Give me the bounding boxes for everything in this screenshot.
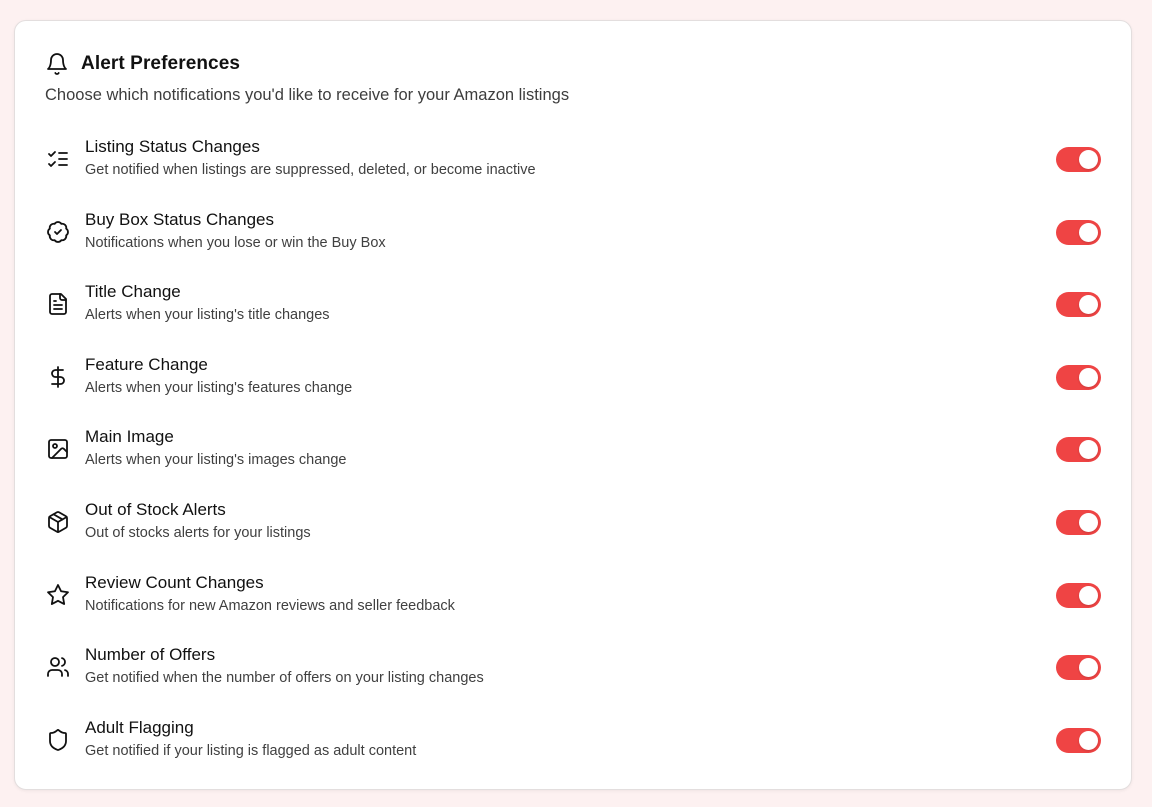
alert-preferences-card: Alert Preferences Choose which notificat… [14,20,1132,790]
alert-label: Feature Change [85,354,208,374]
alert-text: Review Count Changes Notifications for n… [85,571,455,616]
alert-label: Review Count Changes [85,572,264,592]
alert-description: Get notified if your listing is flagged … [85,742,417,759]
alert-label: Adult Flagging [85,717,194,737]
list-checks-icon [46,147,70,171]
alert-row-buy-box: Buy Box Status Changes Notifications whe… [45,206,1101,279]
badge-check-icon [46,220,70,244]
alert-row-listing-status: Listing Status Changes Get notified when… [45,133,1101,206]
alert-text: Adult Flagging Get notified if your list… [85,716,416,761]
alert-row-adult-flagging: Adult Flagging Get notified if your list… [45,714,1101,787]
alert-label: Number of Offers [85,645,216,665]
alert-text: Listing Status Changes Get notified when… [85,135,536,180]
bell-icon [45,52,69,76]
dollar-sign-icon [46,365,70,389]
toggle-knob [1079,222,1098,242]
alert-text: Out of Stock Alerts Out of stocks alerts… [85,498,311,543]
toggle-knob [1079,440,1098,460]
title-row: Alert Preferences [45,51,1101,77]
card-header: Alert Preferences Choose which notificat… [45,51,1101,105]
alert-description: Alerts when your listing's features chan… [85,379,353,396]
alert-description: Alerts when your listing's title changes [85,307,330,324]
alert-text: Main Image Alerts when your listing's im… [85,425,346,470]
alert-row-out-of-stock: Out of Stock Alerts Out of stocks alerts… [45,496,1101,569]
file-text-icon [46,292,70,316]
alert-description: Out of stocks alerts for your listings [85,524,311,541]
alert-row-feature-change: Feature Change Alerts when your listing'… [45,351,1101,424]
alert-label: Buy Box Status Changes [85,209,275,229]
shield-icon [46,728,70,752]
alert-row-number-of-offers: Number of Offers Get notified when the n… [45,641,1101,714]
star-icon [46,583,70,607]
alert-label: Title Change [85,282,181,302]
alert-label: Out of Stock Alerts [85,499,226,519]
review-count-toggle[interactable] [1056,582,1101,608]
page-title: Alert Preferences [81,53,241,74]
alert-description: Get notified when listings are suppresse… [85,162,536,178]
alert-row-review-count: Review Count Changes Notifications for n… [45,569,1101,642]
toggle-knob [1079,295,1098,315]
main-image-toggle[interactable] [1056,437,1101,463]
alert-text: Buy Box Status Changes Notifications whe… [85,208,386,253]
toggle-knob [1079,730,1098,750]
alert-description: Notifications for new Amazon reviews and… [85,597,455,614]
alert-label: Main Image [85,427,174,447]
alert-description: Get notified when the number of offers o… [85,670,484,687]
feature-change-toggle[interactable] [1056,364,1101,390]
buy-box-toggle[interactable] [1056,219,1101,245]
toggle-knob [1079,367,1098,387]
adult-flagging-toggle[interactable] [1056,727,1101,753]
package-icon [46,510,70,534]
toggle-knob [1079,150,1098,169]
image-icon [46,437,70,461]
alert-text: Number of Offers Get notified when the n… [85,643,484,688]
toggle-knob [1079,512,1098,532]
alert-label: Listing Status Changes [85,137,260,156]
alert-row-main-image: Main Image Alerts when your listing's im… [45,423,1101,496]
listing-status-toggle[interactable] [1056,147,1101,172]
alert-description: Alerts when your listing's images change [85,452,347,469]
users-icon [46,655,70,679]
alert-text: Title Change Alerts when your listing's … [85,280,330,325]
number-of-offers-toggle[interactable] [1056,655,1101,681]
alert-row-title-change: Title Change Alerts when your listing's … [45,278,1101,351]
alert-list: Listing Status Changes Get notified when… [45,133,1101,786]
alert-text: Feature Change Alerts when your listing'… [85,353,352,398]
alert-description: Notifications when you lose or win the B… [85,234,386,251]
toggle-knob [1079,658,1098,678]
page-subtitle: Choose which notifications you'd like to… [45,86,570,104]
title-change-toggle[interactable] [1056,292,1101,318]
toggle-knob [1079,585,1098,605]
out-of-stock-toggle[interactable] [1056,509,1101,535]
